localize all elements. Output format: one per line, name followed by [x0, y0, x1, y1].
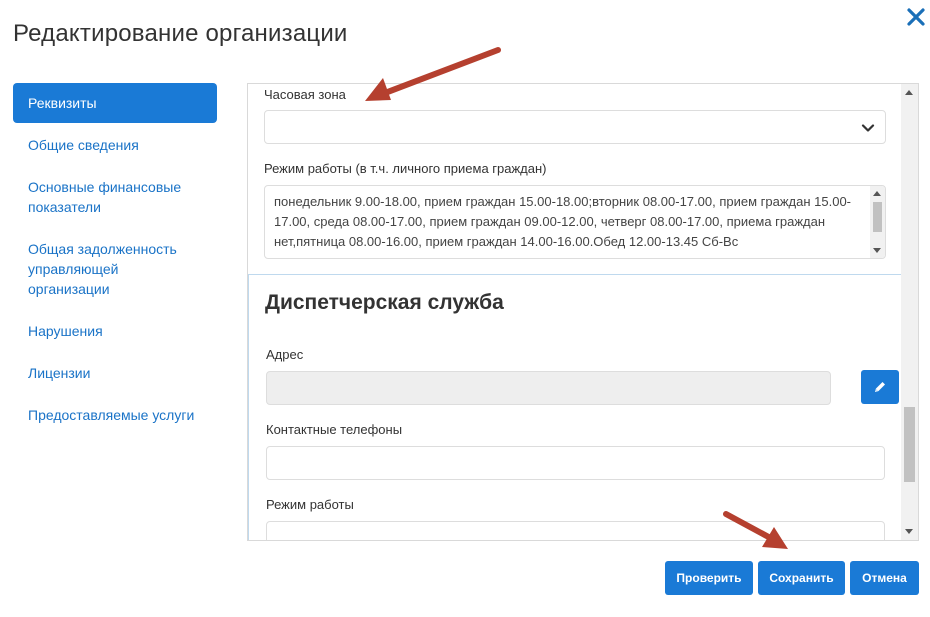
scroll-down-arrow-icon[interactable] [905, 529, 913, 534]
close-icon [907, 8, 925, 26]
phones-label: Контактные телефоны [266, 422, 403, 437]
save-button[interactable]: Сохранить [758, 561, 845, 595]
dispatch-service-section: Диспетчерская служба Адрес Контактные те… [248, 274, 902, 540]
modal-title: Редактирование организации [13, 20, 348, 47]
scroll-up-arrow-icon[interactable] [905, 90, 913, 95]
edit-address-button[interactable] [861, 370, 899, 404]
close-button[interactable] [904, 6, 928, 30]
panel-scroll-thumb[interactable] [904, 407, 915, 482]
textarea-scroll-thumb[interactable] [873, 202, 882, 232]
form-content: Часовая зона Режим работы (в т.ч. личног… [248, 84, 902, 540]
textarea-scrollbar[interactable] [870, 186, 885, 258]
sidebar-item-financial-indicators[interactable]: Основные финансовые показатели [13, 167, 217, 227]
sidebar-item-requisites[interactable]: Реквизиты [13, 83, 217, 123]
sidebar-nav: Реквизиты Общие сведения Основные финанс… [13, 83, 217, 437]
sidebar-item-general-info[interactable]: Общие сведения [13, 125, 217, 165]
scroll-down-arrow-icon[interactable] [873, 248, 881, 253]
sidebar-item-total-debt[interactable]: Общая задолженность управляющей организа… [13, 229, 217, 309]
sidebar-item-violations[interactable]: Нарушения [13, 311, 217, 351]
cancel-button[interactable]: Отмена [850, 561, 919, 595]
check-button[interactable]: Проверить [665, 561, 753, 595]
work-hours-value: понедельник 9.00-18.00, прием граждан 15… [274, 194, 852, 249]
work-hours-textarea[interactable]: понедельник 9.00-18.00, прием граждан 15… [264, 185, 886, 259]
form-scroll-panel[interactable]: Часовая зона Режим работы (в т.ч. личног… [247, 83, 919, 541]
address-input [266, 371, 831, 405]
pencil-icon [875, 382, 885, 392]
timezone-select[interactable] [264, 110, 886, 144]
panel-scrollbar[interactable] [901, 84, 918, 540]
sidebar-item-services[interactable]: Предоставляемые услуги [13, 395, 217, 435]
work-hours-label: Режим работы (в т.ч. личного приема граж… [264, 161, 547, 176]
dispatch-hours-label: Режим работы [266, 497, 354, 512]
dispatch-section-title: Диспетчерская служба [265, 291, 504, 314]
timezone-label: Часовая зона [264, 87, 346, 102]
scroll-up-arrow-icon[interactable] [873, 191, 881, 196]
chevron-down-icon [861, 124, 875, 132]
phones-input[interactable] [266, 446, 885, 480]
address-label: Адрес [266, 347, 304, 362]
sidebar-item-licenses[interactable]: Лицензии [13, 353, 217, 393]
dispatch-hours-input[interactable] [266, 521, 885, 540]
